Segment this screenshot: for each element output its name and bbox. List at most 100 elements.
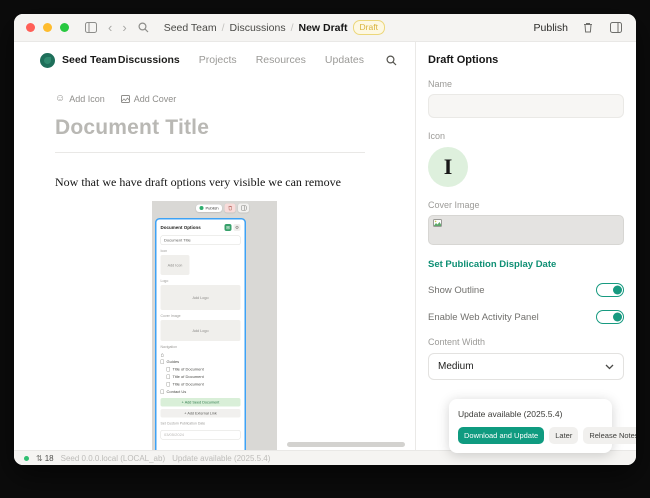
tab-updates[interactable]: Updates <box>325 54 364 66</box>
tab-discussions[interactable]: Discussions <box>118 54 180 66</box>
add-icon-label: Add Icon <box>69 94 105 104</box>
nav-tabs: Discussions Projects Resources Updates <box>118 52 399 68</box>
breadcrumb-separator: / <box>222 22 225 34</box>
minimize-button[interactable] <box>43 23 52 32</box>
add-cover-label: Add Cover <box>134 94 177 104</box>
file-icon <box>161 360 165 365</box>
embedded-add-cover-box: Add Logo <box>161 320 241 341</box>
embedded-toolbar: Publish <box>196 204 249 213</box>
embedded-add-logo-box: Add Logo <box>161 285 241 310</box>
show-outline-toggle[interactable] <box>596 283 624 297</box>
title-divider <box>55 152 365 153</box>
forward-icon[interactable]: › <box>121 21 127 34</box>
document-icon-button[interactable]: I <box>428 147 468 187</box>
sync-icon: ⇅ <box>36 454 43 463</box>
content-width-select[interactable]: Medium <box>428 353 624 380</box>
embedded-publish-button: Publish <box>196 204 222 212</box>
title-bar: ‹ › Seed Team / Discussions / New Draft … <box>14 14 636 42</box>
embedded-panel-title: Document Options <box>161 225 201 230</box>
horizontal-scrollbar[interactable] <box>287 442 405 447</box>
statusbar-update-text[interactable]: Update available (2025.5.4) <box>172 454 270 463</box>
embedded-logo-label: Logo <box>161 280 241 284</box>
embedded-screenshot-image[interactable]: Publish Doc <box>152 201 277 450</box>
add-cover-button[interactable]: Add Cover <box>121 94 177 104</box>
app-header: Seed Team Discussions Projects Resources… <box>14 42 415 76</box>
team-logo-icon[interactable] <box>40 53 55 68</box>
panel-toggle-icon[interactable] <box>608 20 624 36</box>
breadcrumb-team[interactable]: Seed Team <box>164 22 217 34</box>
embedded-nav-item: Title of Document <box>167 373 241 381</box>
embedded-cover-label: Cover Image <box>161 315 241 319</box>
file-icon <box>167 367 171 372</box>
trash-icon[interactable] <box>580 20 596 36</box>
nav-search-icon[interactable] <box>383 52 399 68</box>
tab-projects[interactable]: Projects <box>199 54 237 66</box>
embedded-publish-label: Publish <box>206 206 219 211</box>
version-text: Seed 0.0.0.local (LOCAL_ab) <box>61 454 166 463</box>
web-activity-label: Enable Web Activity Panel <box>428 312 539 323</box>
breadcrumb-page[interactable]: New Draft <box>299 22 348 34</box>
embedded-trash-icon <box>225 204 236 213</box>
show-outline-label: Show Outline <box>428 285 485 296</box>
draft-options-panel: Draft Options Name Icon I Cover Image Se… <box>415 42 636 450</box>
paragraph-text[interactable]: Now that we have draft options very visi… <box>55 175 365 190</box>
breadcrumb-separator: / <box>291 22 294 34</box>
breadcrumb-section[interactable]: Discussions <box>230 22 286 34</box>
embedded-nav-item: Title of Document <box>167 381 241 389</box>
document-body: ☺ Add Icon Add Cover Document Title Now … <box>14 76 415 450</box>
web-activity-toggle[interactable] <box>596 310 624 324</box>
embedded-title-input: Document Title <box>161 236 241 246</box>
name-label: Name <box>428 79 624 89</box>
fullscreen-button[interactable] <box>60 23 69 32</box>
release-notes-button[interactable]: Release Notes <box>583 427 636 444</box>
chevron-down-icon <box>605 364 614 370</box>
content-width-value: Medium <box>438 361 474 372</box>
download-update-button[interactable]: Download and Update <box>458 427 544 444</box>
app-window: ‹ › Seed Team / Discussions / New Draft … <box>14 14 636 465</box>
embedded-avatar <box>200 206 204 210</box>
icon-label: Icon <box>428 131 624 141</box>
sidebar-toggle-icon[interactable] <box>83 20 99 36</box>
back-icon[interactable]: ‹ <box>107 21 113 34</box>
embedded-grid-icon: ⊞ <box>225 224 232 231</box>
update-toast: Update available (2025.5.4) Download and… <box>449 399 612 453</box>
editor-area: Seed Team Discussions Projects Resources… <box>14 42 415 450</box>
titlebar-search-icon[interactable] <box>136 20 152 36</box>
desktop-background: ‹ › Seed Team / Discussions / New Draft … <box>0 0 650 498</box>
set-publication-date-link[interactable]: Set Publication Display Date <box>428 259 624 270</box>
cover-image-label: Cover Image <box>428 200 624 210</box>
embedded-add-external-link-button: + Add External Link <box>161 409 241 418</box>
sync-count-value: 18 <box>45 454 54 463</box>
document-title-placeholder[interactable]: Document Title <box>55 116 365 140</box>
embedded-add-seed-document-button: + Add Seed Document <box>161 398 241 407</box>
file-icon <box>167 375 171 380</box>
online-status-icon <box>24 456 29 461</box>
embedded-gear-icon: ⚙ <box>234 224 241 231</box>
smiley-icon: ☺ <box>55 94 65 104</box>
update-toast-title: Update available (2025.5.4) <box>458 409 603 419</box>
sync-count[interactable]: ⇅ 18 <box>36 454 54 463</box>
publish-button[interactable]: Publish <box>534 22 568 34</box>
close-button[interactable] <box>26 23 35 32</box>
embedded-panel-toggle-icon <box>238 204 249 213</box>
embedded-nav-item: Title of Document <box>167 366 241 374</box>
team-name[interactable]: Seed Team <box>62 54 117 66</box>
embedded-date-input: 03/05/2024 <box>161 430 241 440</box>
file-icon <box>167 382 171 387</box>
cover-image-upload[interactable] <box>428 215 624 245</box>
add-icon-button[interactable]: ☺ Add Icon <box>55 94 105 104</box>
embedded-nav-item: Contact Us <box>161 388 241 396</box>
embedded-add-icon-box: Add Icon <box>161 255 190 275</box>
embedded-set-custom-date-label: Set Custom Publication Date <box>161 422 241 426</box>
embedded-document-options-panel: Document Options ⊞ ⚙ Document Title Icon… <box>155 218 246 450</box>
embedded-navigation-label: Navigation <box>161 346 241 350</box>
content-width-label: Content Width <box>428 337 624 347</box>
later-button[interactable]: Later <box>549 427 578 444</box>
embedded-icon-label: Icon <box>161 250 241 254</box>
tab-resources[interactable]: Resources <box>256 54 306 66</box>
name-input[interactable] <box>428 94 624 118</box>
embedded-nav-item: Guides <box>161 358 241 366</box>
image-icon <box>121 95 130 103</box>
file-icon <box>161 390 165 395</box>
breadcrumb: Seed Team / Discussions / New Draft Draf… <box>164 20 385 34</box>
